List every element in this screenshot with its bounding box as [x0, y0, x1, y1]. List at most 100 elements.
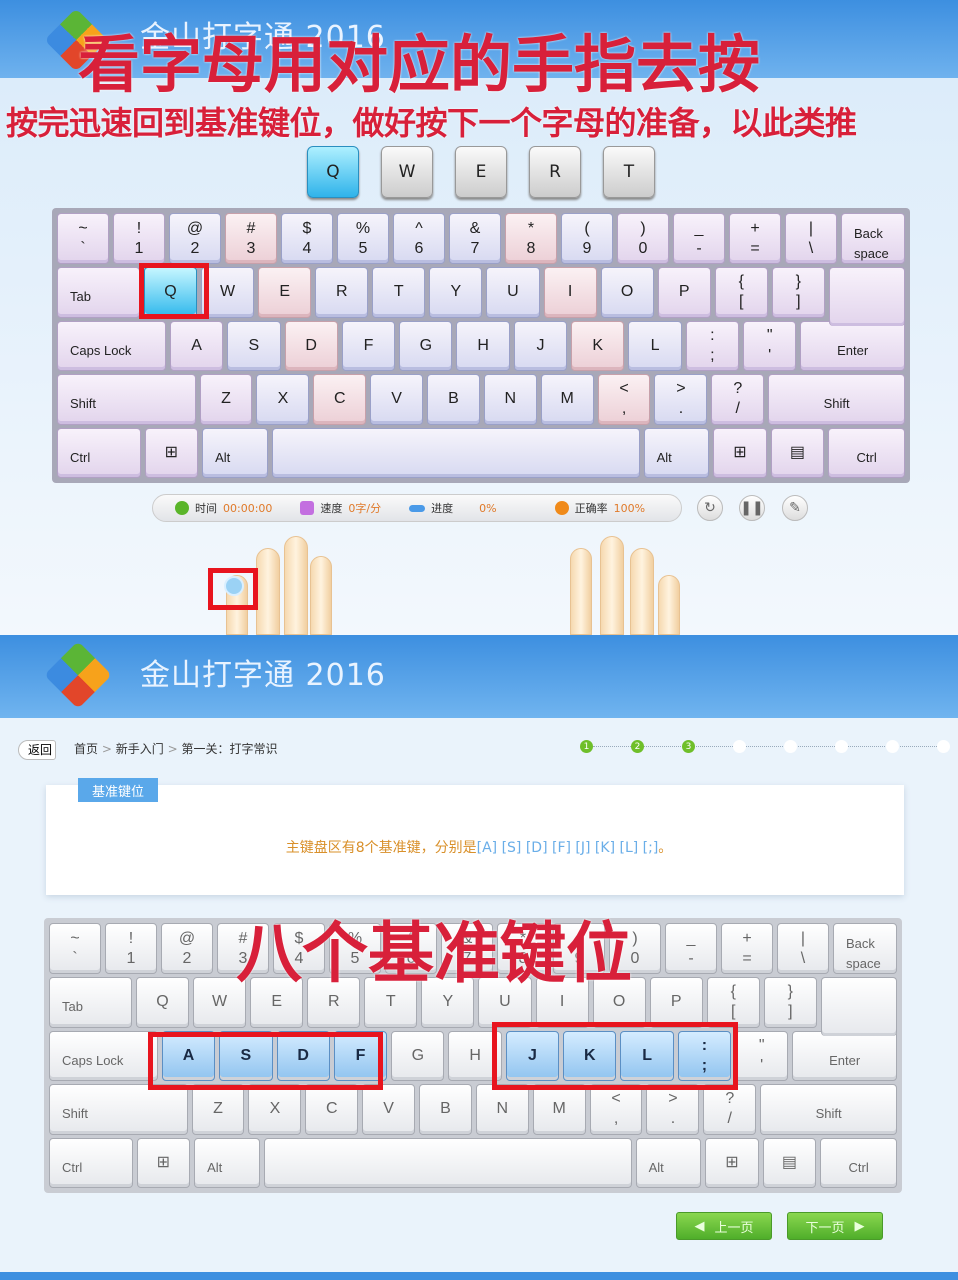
windows-key[interactable]: ⊞	[705, 1137, 759, 1188]
key-z[interactable]: Z	[191, 1084, 245, 1135]
key-p[interactable]: P	[657, 267, 711, 318]
key-h[interactable]: H	[456, 320, 510, 371]
breadcrumb-home[interactable]: 首页	[74, 742, 98, 756]
key->[interactable]: >.	[654, 374, 708, 425]
key-back[interactable]: Back space	[841, 213, 905, 264]
key-<[interactable]: <,	[597, 374, 651, 425]
key-{[interactable]: {[	[706, 977, 760, 1028]
key-+[interactable]: + =	[721, 923, 773, 974]
key-$[interactable]: $4	[281, 213, 333, 264]
key-%[interactable]: % 5	[337, 213, 389, 264]
key-l[interactable]: L	[628, 320, 682, 371]
key-<[interactable]: <,	[589, 1084, 643, 1135]
key-x[interactable]: X	[256, 374, 310, 425]
settings-button[interactable]: ✎	[782, 495, 808, 521]
key-a[interactable]: A	[169, 320, 224, 371]
menu-key[interactable]: ▤	[770, 427, 825, 478]
key-"[interactable]: " '	[735, 1030, 789, 1081]
key->[interactable]: >.	[646, 1084, 700, 1135]
key-alt[interactable]: Alt	[194, 1137, 260, 1188]
key-([interactable]: (9	[561, 213, 613, 264]
key-j[interactable]: J	[513, 320, 568, 371]
key-}[interactable]: }]	[763, 977, 817, 1028]
key-|[interactable]: | \	[785, 213, 837, 264]
key-u[interactable]: U	[486, 267, 540, 318]
key-?[interactable]: ? /	[711, 374, 765, 425]
enter-key[interactable]	[828, 267, 905, 326]
key-_[interactable]: _ -	[673, 213, 725, 264]
key-{[interactable]: {[	[714, 267, 768, 318]
key-shift[interactable]: Shift	[760, 1084, 897, 1135]
key-?[interactable]: ? /	[703, 1084, 757, 1135]
windows-key[interactable]: ⊞	[136, 1137, 191, 1188]
key-c[interactable]: C	[305, 1084, 359, 1135]
key-ctrl[interactable]: Ctrl	[828, 427, 905, 478]
key-ctrl[interactable]: Ctrl	[57, 427, 141, 478]
key-_[interactable]: _ -	[665, 923, 717, 974]
key-#[interactable]: #3	[225, 213, 277, 264]
key-s[interactable]: S	[227, 320, 281, 371]
key-i[interactable]: I	[543, 267, 597, 318]
key-ctrl[interactable]: Ctrl	[49, 1137, 133, 1188]
key-d[interactable]: D	[284, 320, 338, 371]
key-t[interactable]: T	[372, 267, 426, 318]
key-q[interactable]: Q	[135, 977, 190, 1028]
key-ctrl[interactable]: Ctrl	[820, 1137, 897, 1188]
key-v[interactable]: V	[370, 374, 424, 425]
key-alt[interactable]: Alt	[643, 427, 710, 478]
key-n[interactable]: N	[483, 374, 537, 425]
key-![interactable]: ! 1	[113, 213, 165, 264]
key-tab[interactable]: Tab	[49, 977, 132, 1028]
key-g[interactable]: G	[391, 1030, 445, 1081]
key-b[interactable]: B	[427, 374, 480, 425]
key-z[interactable]: Z	[199, 374, 253, 425]
key-@[interactable]: @2	[161, 923, 213, 974]
key-*[interactable]: * 8	[505, 213, 557, 264]
windows-key[interactable]: ⊞	[144, 427, 199, 478]
windows-key[interactable]: ⊞	[713, 427, 767, 478]
pause-button[interactable]: ❚❚	[739, 495, 765, 521]
key-caps-lock[interactable]: Caps Lock	[49, 1030, 158, 1081]
key-shift[interactable]: Shift	[49, 1084, 188, 1135]
key-alt[interactable]: Alt	[202, 427, 268, 478]
key-"[interactable]: " '	[743, 320, 797, 371]
key-:[interactable]: :;	[685, 320, 740, 371]
next-page-button[interactable]: 下一页 ▶	[787, 1212, 883, 1240]
key-n[interactable]: N	[475, 1084, 529, 1135]
key-b[interactable]: B	[419, 1084, 472, 1135]
key-f[interactable]: F	[341, 320, 396, 371]
key-~[interactable]: ~ `	[49, 923, 101, 974]
space-key[interactable]	[263, 1137, 632, 1188]
key-k[interactable]: K	[571, 320, 625, 371]
key-![interactable]: ! 1	[105, 923, 157, 974]
key-caps-lock[interactable]: Caps Lock	[57, 320, 166, 371]
key-y[interactable]: Y	[429, 267, 483, 318]
key-&[interactable]: & 7	[449, 213, 501, 264]
key-v[interactable]: V	[362, 1084, 416, 1135]
key-shift[interactable]: Shift	[57, 374, 196, 425]
key-p[interactable]: P	[649, 977, 703, 1028]
key-}[interactable]: }]	[771, 267, 825, 318]
key-enter[interactable]: Enter	[800, 320, 905, 371]
key-~[interactable]: ~ `	[57, 213, 109, 264]
key-e[interactable]: E	[258, 267, 312, 318]
key-tab[interactable]: Tab	[57, 267, 140, 318]
key-|[interactable]: | \	[777, 923, 829, 974]
key-^[interactable]: ^ 6	[393, 213, 445, 264]
menu-key[interactable]: ▤	[762, 1137, 817, 1188]
key-m[interactable]: M	[540, 374, 594, 425]
key-r[interactable]: R	[315, 267, 369, 318]
key-@[interactable]: @2	[169, 213, 221, 264]
key-+[interactable]: + =	[729, 213, 781, 264]
key-c[interactable]: C	[313, 374, 367, 425]
restart-button[interactable]: ↻	[697, 495, 723, 521]
key-o[interactable]: O	[600, 267, 654, 318]
key-x[interactable]: X	[248, 1084, 302, 1135]
key-)[interactable]: ) 0	[617, 213, 669, 264]
breadcrumb-beginner[interactable]: 新手入门	[116, 742, 164, 756]
key-enter[interactable]: Enter	[792, 1030, 897, 1081]
key-shift[interactable]: Shift	[768, 374, 905, 425]
key-m[interactable]: M	[532, 1084, 586, 1135]
space-key[interactable]	[271, 427, 640, 478]
key-alt[interactable]: Alt	[635, 1137, 702, 1188]
